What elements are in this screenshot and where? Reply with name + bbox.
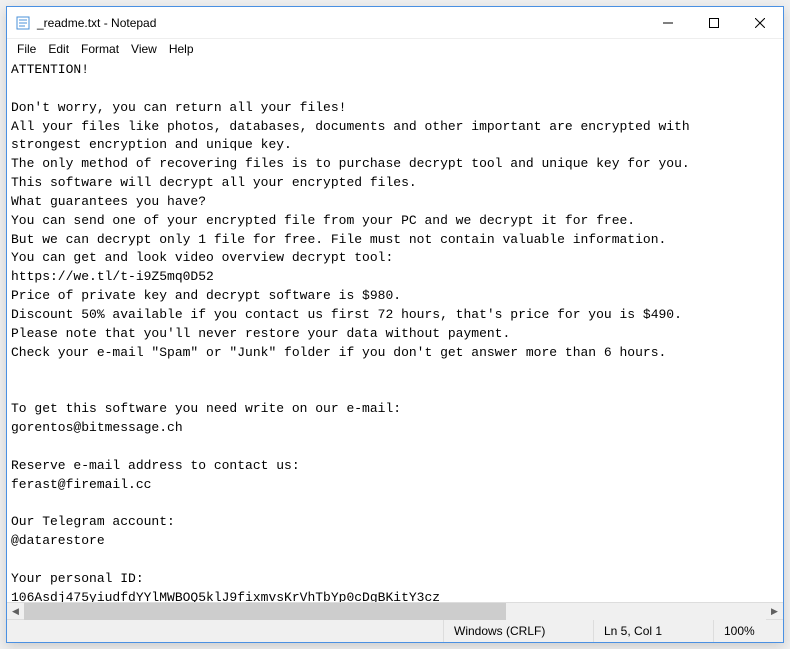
minimize-button[interactable] bbox=[645, 7, 691, 39]
title-bar[interactable]: _readme.txt - Notepad bbox=[7, 7, 783, 39]
scroll-track[interactable] bbox=[24, 603, 766, 620]
status-encoding: Windows (CRLF) bbox=[443, 620, 593, 642]
window-title: _readme.txt - Notepad bbox=[37, 16, 156, 30]
menu-file[interactable]: File bbox=[11, 40, 42, 58]
status-zoom: 100% bbox=[713, 620, 783, 642]
menu-edit[interactable]: Edit bbox=[42, 40, 75, 58]
scroll-thumb[interactable] bbox=[24, 603, 506, 620]
horizontal-scrollbar[interactable]: ◀ ▶ bbox=[7, 602, 783, 619]
menu-help[interactable]: Help bbox=[163, 40, 200, 58]
scroll-left-arrow-icon[interactable]: ◀ bbox=[7, 603, 24, 620]
menu-format[interactable]: Format bbox=[75, 40, 125, 58]
notepad-icon bbox=[15, 15, 31, 31]
menu-view[interactable]: View bbox=[125, 40, 163, 58]
maximize-button[interactable] bbox=[691, 7, 737, 39]
close-button[interactable] bbox=[737, 7, 783, 39]
menu-bar: File Edit Format View Help bbox=[7, 39, 783, 59]
text-area[interactable]: ATTENTION! Don't worry, you can return a… bbox=[7, 59, 783, 602]
scroll-right-arrow-icon[interactable]: ▶ bbox=[766, 603, 783, 620]
status-position: Ln 5, Col 1 bbox=[593, 620, 713, 642]
notepad-window: _readme.txt - Notepad File Edit Format V… bbox=[6, 6, 784, 643]
text-content[interactable]: ATTENTION! Don't worry, you can return a… bbox=[11, 61, 779, 602]
status-bar: Windows (CRLF) Ln 5, Col 1 100% bbox=[7, 619, 783, 642]
